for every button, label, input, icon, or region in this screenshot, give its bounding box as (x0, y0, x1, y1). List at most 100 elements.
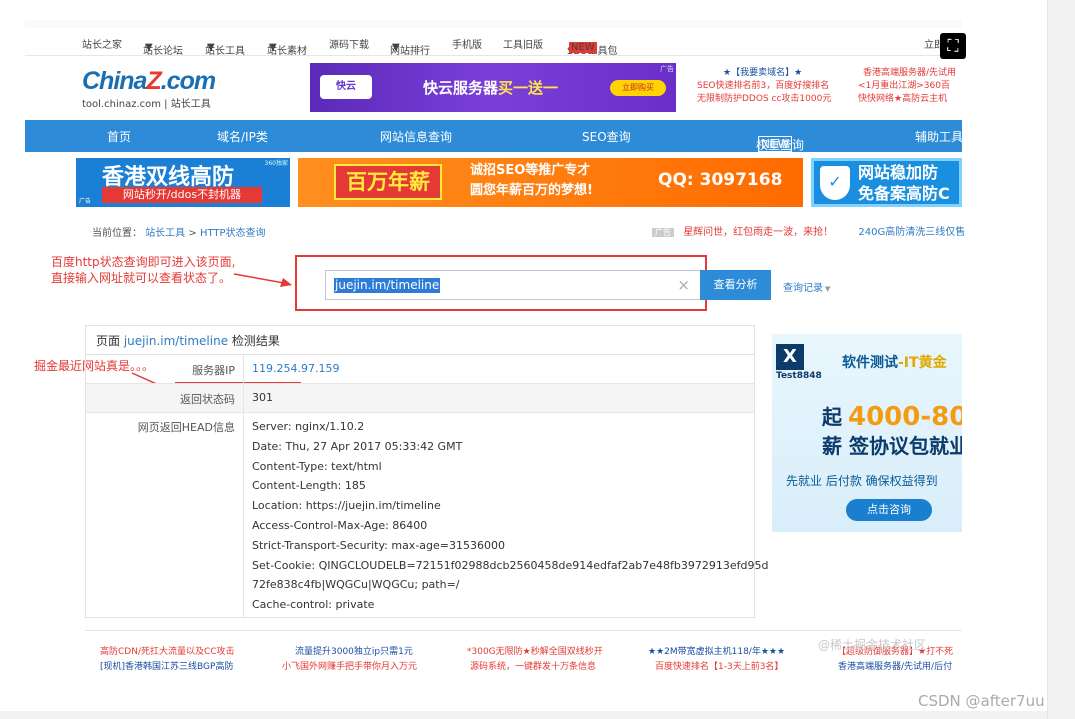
text-ad-link[interactable]: SEO快速排名前3，百度好搜排名 (697, 80, 831, 93)
row-label: 网页返回HEAD信息 (137, 421, 235, 434)
topnav-item[interactable]: 工具旧版 (503, 36, 543, 51)
ad-headline: 软件测试-IT黄金 (842, 355, 947, 371)
website-defense-banner[interactable]: ✓ 网站稳加防 免备案高防C (811, 158, 962, 207)
breadcrumb-link[interactable]: HTTP状态查询 (200, 228, 266, 239)
head-info-list: Server: nginx/1.10.2 Date: Thu, 27 Apr 2… (243, 413, 768, 617)
banner-tag: 360独家 (264, 160, 288, 167)
text-ad-link[interactable]: [现机]香港韩国江苏三线BGP高防 (100, 659, 233, 672)
text-ad-link[interactable]: ★★2M带宽虚拟主机118/年★★★ (648, 644, 785, 657)
mainnav-item-site-info[interactable]: 网站信息查询 (380, 128, 452, 145)
text-ad-link[interactable]: 源码系统，一键群发十万条信息 (470, 659, 596, 672)
bottom-bar (0, 711, 1047, 719)
hk-defense-banner[interactable]: 香港双线高防 网站秒开/ddos不封机器 360独家 广告 (76, 158, 290, 207)
chevron-down-icon: ▼ (269, 42, 277, 53)
head-line: Content-Length: 185 (252, 479, 366, 493)
top-strip (25, 20, 962, 28)
banner-subtitle: 网站秒开/ddos不封机器 (102, 187, 262, 203)
row-value[interactable]: 119.254.97.159 (243, 355, 339, 383)
query-history-link[interactable]: 查询记录 ▼ (783, 279, 830, 294)
analyze-button[interactable]: 查看分析 (700, 270, 771, 300)
top-nav: 站长之家 站长论坛 ▼ 站长工具 ▼ 站长素材 ▼ 源码下载 网站排行 ▼ 手机版 工具… (25, 30, 962, 57)
chevron-down-icon: ▼ (392, 42, 400, 53)
kuaiyun-title: 快云服务器买一送一 (423, 79, 559, 97)
buy-now-button[interactable]: 立即购买 (610, 80, 666, 96)
topnav-item[interactable]: 手机版 (452, 36, 482, 51)
new-badge: NEW (569, 42, 597, 53)
breadcrumb-ad: 广告 星辉问世，红包雨走一波，来抢！ 240G高防清洗三线仅售 (652, 223, 965, 238)
banner-text: 诚招SEO等推广专才 圆您年薪百万的梦想! (470, 163, 593, 198)
csdn-watermark: CSDN @after7uu (918, 692, 1045, 710)
search-input-value[interactable]: juejin.im/timeline (334, 278, 441, 293)
row-label: 返回状态码 (180, 393, 235, 406)
ad-text: 先就业 后付款 确保权益得到 (786, 474, 938, 488)
chinaz-logo[interactable]: ChinaZ.com tool.chinaz.com | 站长工具 (82, 67, 216, 110)
text-ad-link[interactable]: ★【我要卖域名】★ (697, 67, 831, 80)
ad-tag: 广告 (660, 65, 674, 73)
chevron-down-icon: ▼ (825, 285, 831, 293)
table-row: 返回状态码 301 (86, 384, 754, 413)
text-ad-link[interactable]: 香港高端服务器/先试用/后付 (838, 659, 962, 672)
text-ad-link[interactable]: 百度快速排名【1-3天上前3名】 (655, 659, 783, 672)
screenshot-root: 站长之家 站长论坛 ▼ 站长工具 ▼ 站长素材 ▼ 源码下载 网站排行 ▼ 手机版 工具… (0, 0, 1075, 719)
shield-icon: ✓ (820, 166, 850, 200)
consult-button[interactable]: 点击咨询 (846, 499, 932, 521)
test8848-logo: X (776, 344, 804, 370)
head-line: Server: nginx/1.10.2 (252, 420, 365, 433)
text-ad-link[interactable]: *300G无限防★秒解全国双线秒开 (467, 644, 603, 657)
result-domain[interactable]: juejin.im/timeline (124, 334, 228, 348)
new-badge: NEW (758, 136, 793, 152)
head-line: Content-Type: text/html (252, 459, 382, 473)
banner-headline: 百万年薪 (334, 164, 442, 200)
chevron-down-icon: ▼ (145, 42, 153, 53)
text-ad-column-2: 香港高端服务器/先试用 <1月重出江湖>360百 快快网络★高防云主机 (858, 67, 962, 106)
text-ad-link[interactable]: <1月重出江湖>360百 (858, 80, 962, 93)
breadcrumb: 当前位置： 站长工具 > HTTP状态查询 (92, 224, 266, 239)
main-nav: 首页 域名/IP类 网站信息查询 SEO查询 权重查询 NEW 辅助工具 (25, 120, 963, 152)
row-value: 301 (243, 384, 273, 412)
results-panel: 页面 juejin.im/timeline 检测结果 服务器IP 119.254… (85, 325, 768, 618)
text-ad-link[interactable]: 小飞国外网赚手把手带你月入万元 (282, 659, 417, 672)
breadcrumb-separator: > (188, 228, 197, 239)
text-ad-link[interactable]: 无限制防护DDOS cc攻击1000元 (697, 93, 831, 106)
bottom-ad-links: 高防CDN/死扛大流量以及CC攻击 流量提升3000独立ip只需1元 *300G… (85, 630, 962, 675)
url-search-input[interactable]: juejin.im/timeline × (325, 270, 701, 300)
text-ad-link[interactable]: 香港高端服务器/先试用 (858, 67, 962, 80)
right-side-panel (1047, 0, 1075, 719)
banner-text: 网站稳加防 免备案高防C (858, 163, 950, 203)
side-ad-banner[interactable]: X Test8848 软件测试-IT黄金 起 4000-8000 薪 签协议包就… (772, 334, 962, 532)
mainnav-item-tools[interactable]: 辅助工具 (915, 128, 963, 145)
text-ad-link[interactable]: 快快网络★高防云主机 (858, 93, 962, 106)
head-line: Access-Control-Max-Age: 86400 (252, 518, 428, 532)
annotation-note-1: 百度http状态查询即可进入该页面, 直接输入网址就可以查看状态了。 (51, 255, 236, 285)
text-ad-link[interactable]: 星辉问世，红包雨走一波，来抢！ (683, 227, 833, 238)
ad-text: 起 (822, 405, 842, 429)
text-ad-column-1: ★【我要卖域名】★ SEO快速排名前3，百度好搜排名 无限制防护DDOS cc攻… (697, 67, 831, 106)
mainnav-item-home[interactable]: 首页 (107, 128, 131, 145)
head-line: Location: https://juejin.im/timeline (252, 499, 441, 513)
table-row: 服务器IP 119.254.97.159 (86, 355, 754, 384)
results-title: 页面 juejin.im/timeline 检测结果 (86, 326, 754, 355)
annotation-arrow-1 (233, 273, 292, 287)
faded-watermark: @稀土掘金技术社区 (818, 638, 927, 652)
banner-qq: QQ: 3097168 (658, 170, 783, 190)
mainnav-item-domain-ip[interactable]: 域名/IP类 (217, 128, 268, 145)
text-ad-link[interactable]: 高防CDN/死扛大流量以及CC攻击 (100, 644, 235, 657)
expand-icon[interactable]: ⛶ (940, 33, 966, 59)
topnav-item[interactable]: 站长之家 (82, 36, 122, 51)
head-line: 72fe838c4fb|WQGCu|WQGCu; path=/ (252, 578, 460, 592)
head-line: Set-Cookie: QINGCLOUDELB=72151f02988dcb2… (252, 558, 769, 572)
recruit-banner[interactable]: 百万年薪 诚招SEO等推广专才 圆您年薪百万的梦想! QQ: 3097168 (298, 158, 803, 207)
row-label: 服务器IP (192, 364, 235, 377)
kuaiyun-logo: 快云 (320, 75, 372, 99)
head-line: Cache-control: private (252, 598, 375, 612)
mainnav-item-seo[interactable]: SEO查询 (582, 128, 631, 145)
breadcrumb-link[interactable]: 站长工具 (145, 228, 185, 239)
text-ad-link[interactable]: 240G高防清洗三线仅售 (858, 227, 965, 238)
text-ad-link[interactable]: 流量提升3000独立ip只需1元 (295, 644, 413, 657)
ad-text: 薪 签协议包就业 (822, 434, 962, 458)
kuaiyun-ad-banner[interactable]: 快云 快云服务器买一送一 立即购买 广告 (310, 63, 676, 112)
close-icon[interactable]: × (677, 276, 690, 294)
chevron-down-icon: ▼ (207, 42, 215, 53)
ad-salary: 4000-8000 (848, 402, 962, 432)
topnav-item[interactable]: 源码下载 (329, 36, 369, 51)
